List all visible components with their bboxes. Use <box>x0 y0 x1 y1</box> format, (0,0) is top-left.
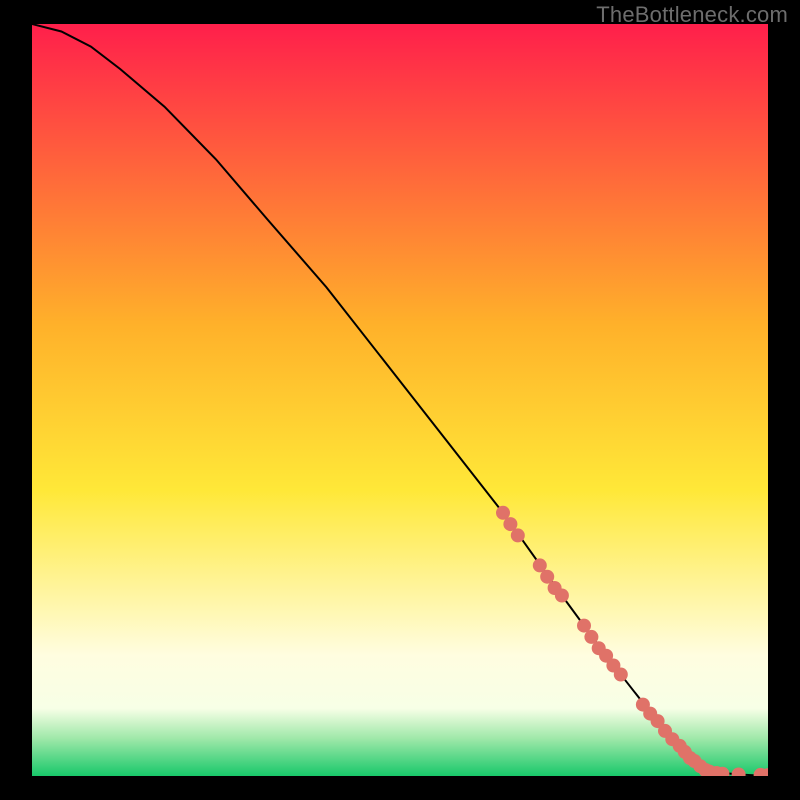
gradient-background <box>32 24 768 776</box>
chart-frame: TheBottleneck.com <box>0 0 800 800</box>
data-marker <box>555 589 569 603</box>
watermark-text: TheBottleneck.com <box>596 2 788 28</box>
chart-svg <box>32 24 768 776</box>
plot-area <box>32 24 768 776</box>
data-marker <box>511 528 525 542</box>
data-marker <box>614 668 628 682</box>
